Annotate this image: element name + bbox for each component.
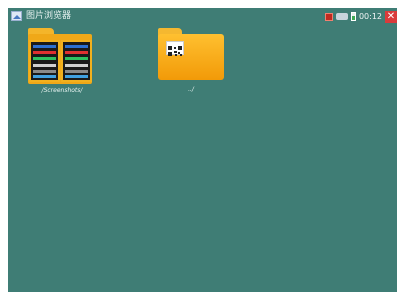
picture-app-icon [11,11,22,21]
status-area: 00:12 ✕ [324,10,397,23]
battery-icon [350,12,356,21]
red-indicator-icon [324,12,333,21]
close-button[interactable]: ✕ [385,10,397,23]
folder-screenshots[interactable]: /Screenshots/ [26,26,96,96]
qr-code-icon [166,41,184,56]
screenshot-thumbnail-1 [29,40,60,82]
window-title: 图片浏览器 [26,11,72,21]
file-browser-screen: 图片浏览器 00:12 ✕ /Screenshots/ ../ [8,8,397,292]
title-bar: 图片浏览器 00:12 ✕ [8,8,397,25]
folder-label: ../ [188,86,194,93]
screenshot-thumbnail-2 [61,40,92,82]
clock: 00:12 [358,12,382,21]
folder-label: /Screenshots/ [41,87,83,94]
plug-icon [335,13,348,20]
folder-parent[interactable]: ../ [154,26,226,96]
